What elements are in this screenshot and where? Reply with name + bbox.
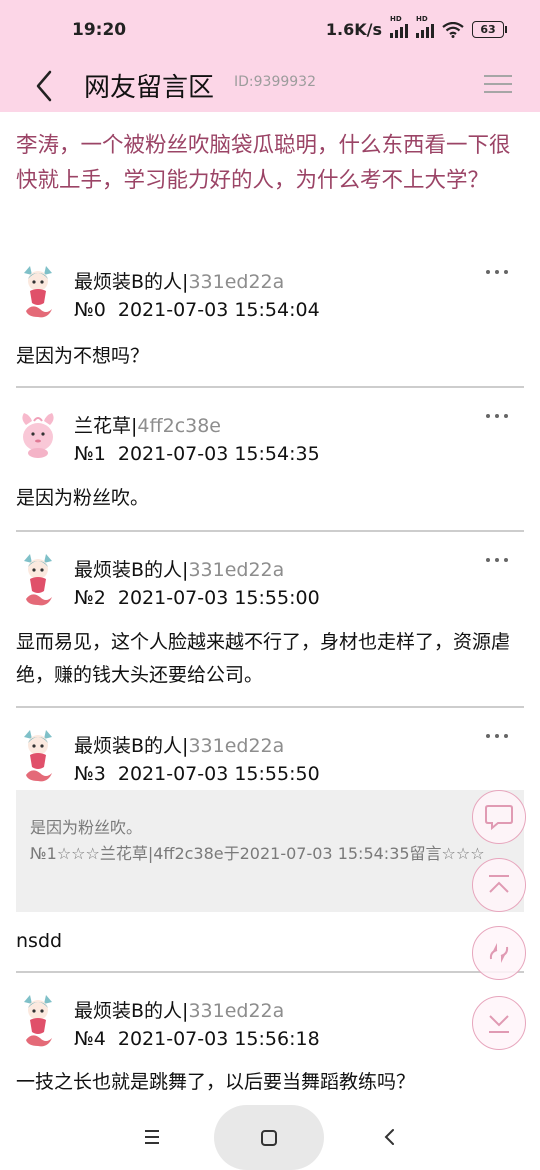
- comment-number: №0: [74, 299, 106, 321]
- scroll-bottom-button[interactable]: [472, 996, 526, 1050]
- comment-button[interactable]: [472, 790, 526, 844]
- status-time: 19:20: [72, 20, 127, 40]
- comment-time: 2021-07-03 15:55:00: [117, 587, 320, 609]
- scroll-bottom-icon: [489, 1015, 509, 1033]
- comment-meta: №0 2021-07-03 15:54:04: [74, 299, 320, 321]
- scroll-top-button[interactable]: [472, 858, 526, 912]
- more-options-icon[interactable]: [486, 267, 508, 277]
- page-title: 网友留言区: [84, 73, 215, 103]
- post-id: ID:9399932: [234, 74, 316, 90]
- avatar[interactable]: [18, 553, 58, 607]
- refresh-icon: [489, 943, 509, 963]
- home-button[interactable]: [214, 1105, 324, 1170]
- comment-meta: №4 2021-07-03 15:56:18: [74, 1028, 320, 1050]
- comment-author: 最烦装B的人|331ed22a: [74, 271, 285, 293]
- divider: [16, 706, 524, 708]
- comment-text: 是因为不想吗？: [16, 345, 150, 367]
- back-icon[interactable]: [380, 1127, 400, 1147]
- comment-text: nsdd: [16, 930, 63, 952]
- comment-number: №4: [74, 1028, 106, 1050]
- quoted-comment[interactable]: 是因为粉丝吹。 №1☆☆☆兰花草|4ff2c38e于2021-07-03 15:…: [16, 790, 524, 912]
- home-icon: [261, 1130, 277, 1146]
- divider: [16, 386, 524, 388]
- comment-number: №3: [74, 763, 106, 785]
- refresh-button[interactable]: [472, 926, 526, 980]
- question-text: 李涛，一个被粉丝吹脑袋瓜聪明，什么东西看一下很快就上手，学习能力好的人，为什么考…: [16, 133, 511, 193]
- comment-time: 2021-07-03 15:56:18: [117, 1028, 320, 1050]
- user-hash: 331ed22a: [188, 1000, 285, 1022]
- comment-text: 是因为粉丝吹。: [16, 487, 150, 509]
- comment-number: №2: [74, 587, 106, 609]
- comment-time: 2021-07-03 15:55:50: [117, 763, 320, 785]
- back-button[interactable]: [26, 66, 66, 106]
- comment-text: 一技之长也就是跳舞了，以后要当舞蹈教练吗？: [16, 1071, 416, 1093]
- comment-author: 最烦装B的人|331ed22a: [74, 559, 285, 581]
- comment-icon: [485, 805, 513, 831]
- wifi-icon: [442, 21, 464, 38]
- chevron-left-icon: [36, 70, 52, 102]
- more-options-icon[interactable]: [486, 411, 508, 421]
- comment-time: 2021-07-03 15:54:04: [117, 299, 320, 321]
- network-speed: 1.6K/s: [325, 20, 382, 39]
- recent-apps-icon[interactable]: [142, 1129, 162, 1145]
- user-hash: 4ff2c38e: [137, 415, 222, 437]
- quote-reference: №1☆☆☆兰花草|4ff2c38e于2021-07-03 15:54:35留言☆…: [30, 844, 485, 863]
- avatar[interactable]: [18, 729, 58, 783]
- divider: [16, 971, 524, 973]
- scroll-top-icon: [489, 875, 509, 893]
- quote-text: 是因为粉丝吹。: [30, 818, 143, 837]
- user-hash: 331ed22a: [188, 271, 285, 293]
- status-icons: 1.6K/s HD HD 63: [325, 15, 507, 39]
- avatar[interactable]: [18, 994, 58, 1048]
- user-hash: 331ed22a: [188, 735, 285, 757]
- signal-hd-icon: HD: [390, 15, 408, 38]
- more-options-icon[interactable]: [486, 731, 508, 741]
- title-bar: 网友留言区 ID:9399932: [0, 62, 540, 112]
- system-nav-bar: [0, 1105, 540, 1170]
- comment-text: 显而易见，这个人脸越来越不行了，身材也走样了，资源虐绝，赚的钱大头还要给公司。: [16, 631, 511, 686]
- comment-meta: №1 2021-07-03 15:54:35: [74, 443, 320, 465]
- battery-icon: 63: [472, 21, 507, 38]
- comment-number: №1: [74, 443, 106, 465]
- signal-hd-icon: HD: [416, 15, 434, 38]
- comment-time: 2021-07-03 15:54:35: [117, 443, 320, 465]
- divider: [16, 530, 524, 532]
- avatar[interactable]: [18, 265, 58, 319]
- avatar[interactable]: [18, 409, 58, 463]
- more-options-icon[interactable]: [486, 555, 508, 565]
- comment-author: 兰花草|4ff2c38e: [74, 415, 222, 437]
- comment-meta: №3 2021-07-03 15:55:50: [74, 763, 320, 785]
- user-hash: 331ed22a: [188, 559, 285, 581]
- comment-meta: №2 2021-07-03 15:55:00: [74, 587, 320, 609]
- comment-author: 最烦装B的人|331ed22a: [74, 1000, 285, 1022]
- hamburger-menu-icon[interactable]: [484, 70, 512, 96]
- status-bar: 19:20 1.6K/s HD HD 63: [0, 0, 540, 62]
- comment-author: 最烦装B的人|331ed22a: [74, 735, 285, 757]
